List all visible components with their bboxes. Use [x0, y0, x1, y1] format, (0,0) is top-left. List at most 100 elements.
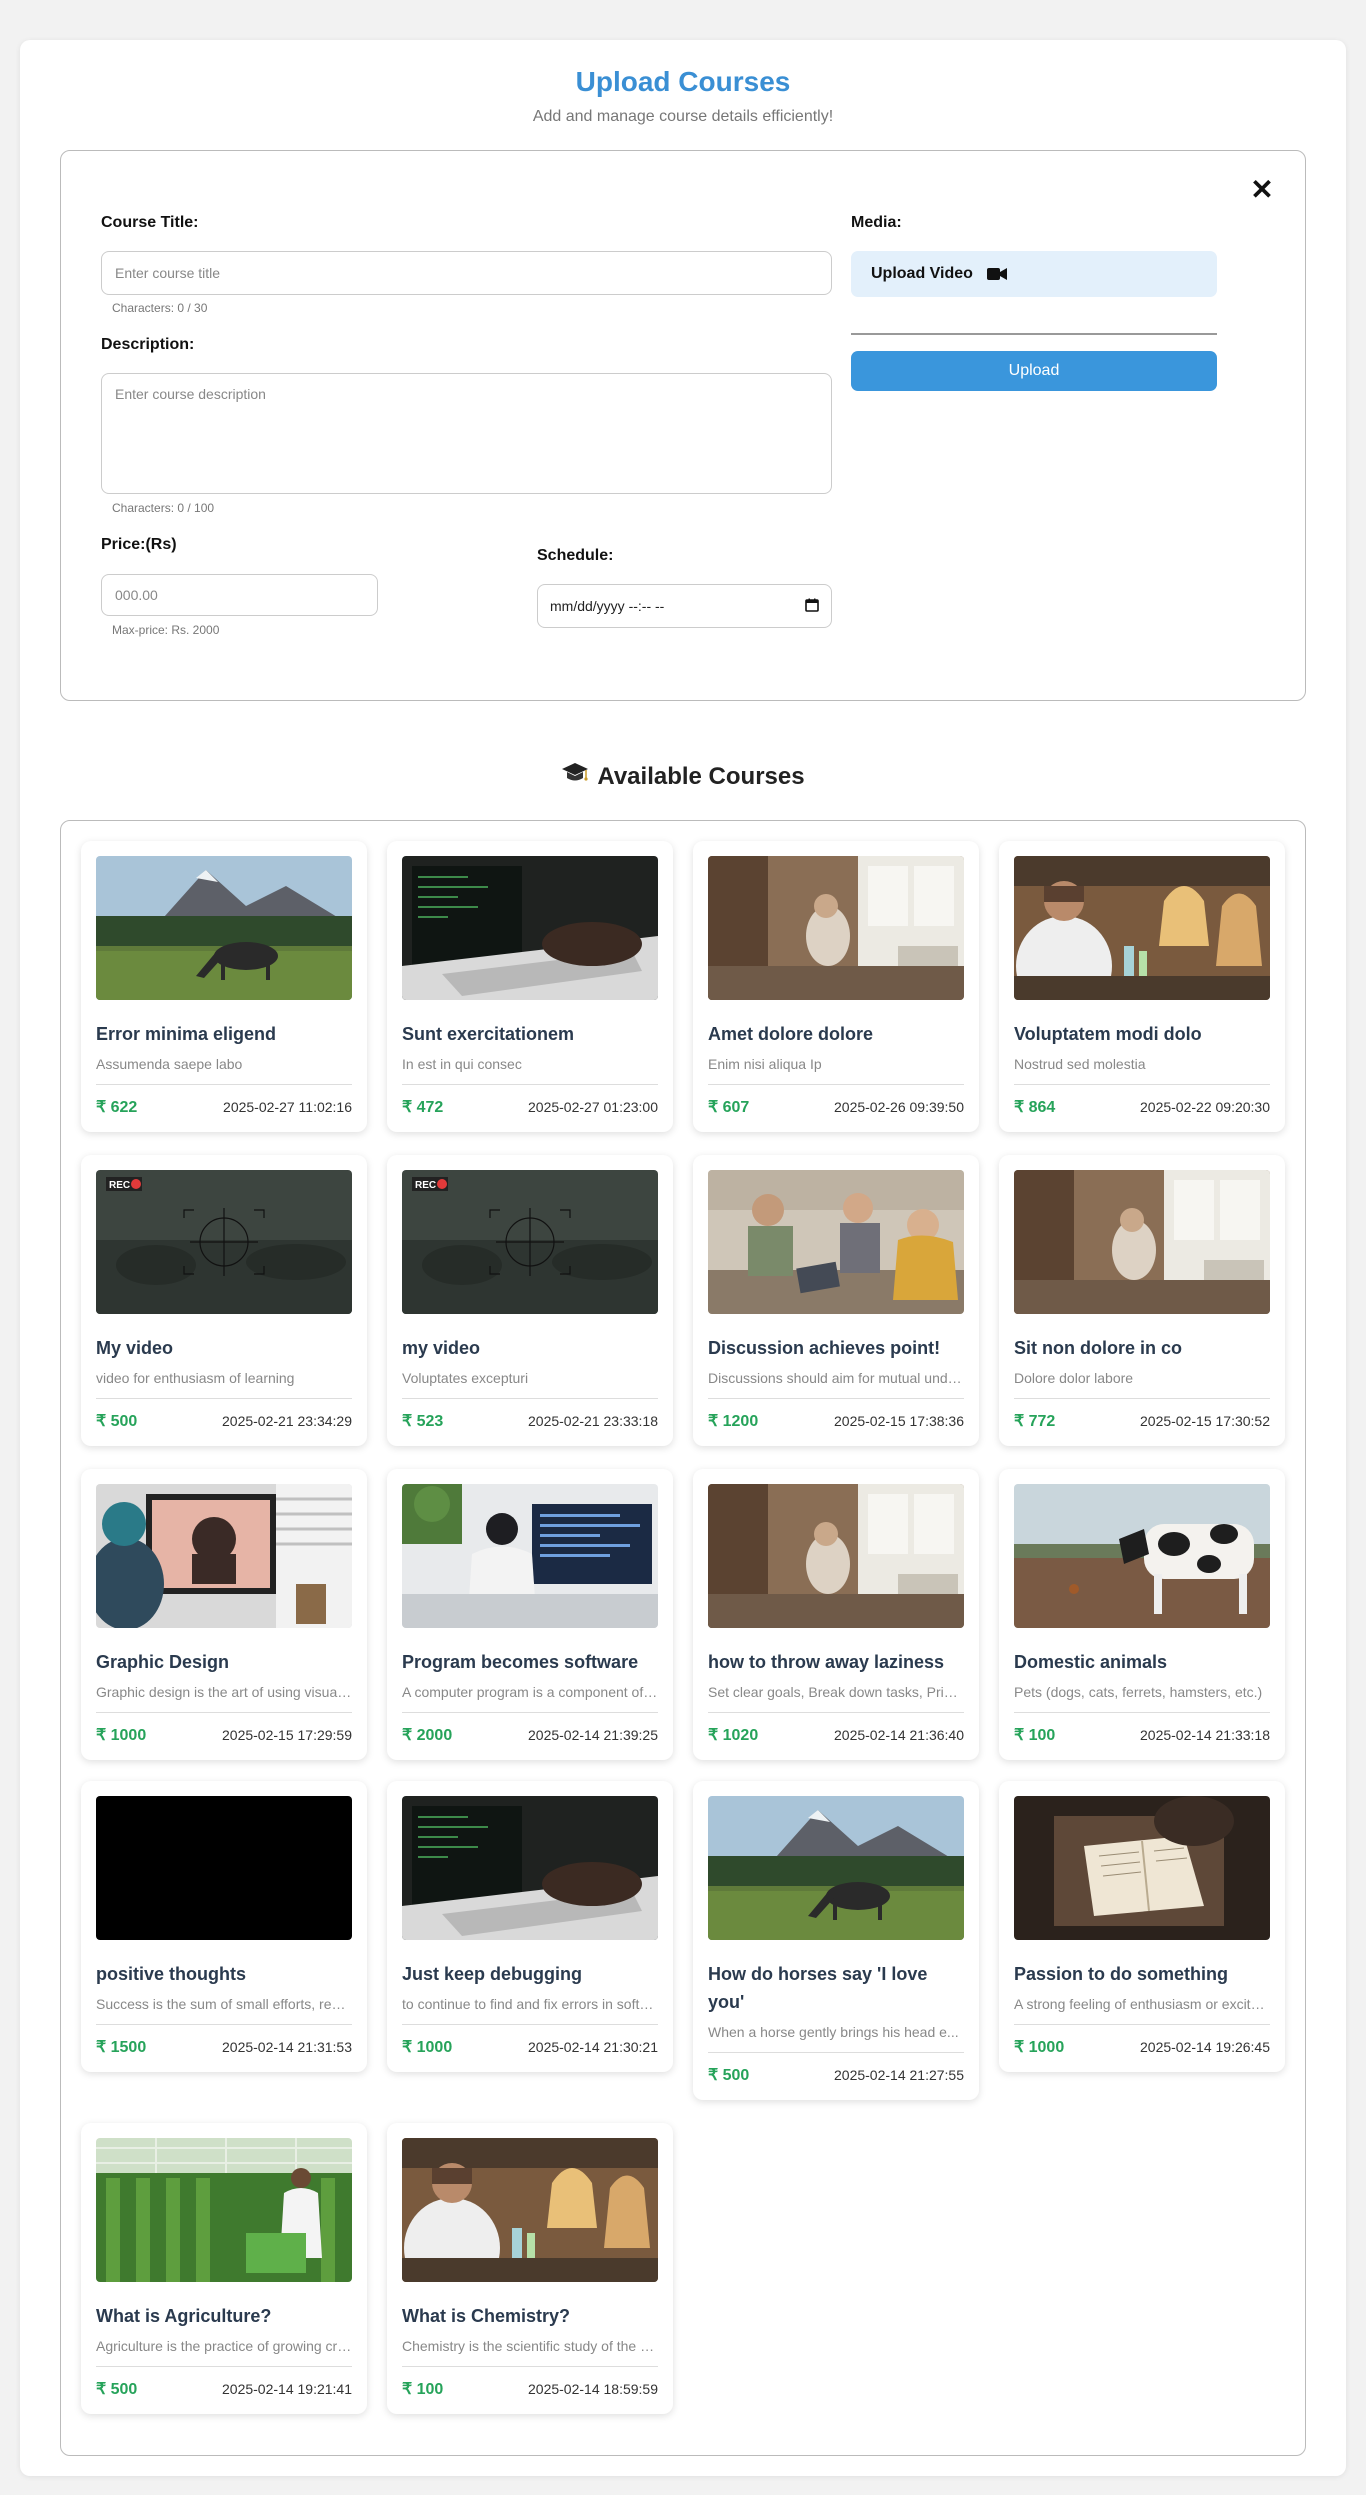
course-description: Set clear goals, Break down tasks, Prior… — [708, 1684, 964, 1713]
course-title: What is Agriculture? — [96, 2306, 272, 2326]
course-thumbnail[interactable] — [96, 2138, 352, 2282]
course-footer: ₹ 607 2025-02-26 09:39:50 — [708, 1097, 964, 1117]
course-title: positive thoughts — [96, 1964, 246, 1984]
course-thumbnail[interactable]: REC — [96, 1170, 352, 1314]
price-hint: Max-price: Rs. 2000 — [112, 623, 220, 637]
available-courses-heading: Available Courses — [20, 762, 1346, 791]
course-card[interactable]: What is Agriculture? Agriculture is the p… — [81, 2123, 367, 2414]
schedule-label: Schedule: — [537, 547, 614, 564]
course-footer: ₹ 1020 2025-02-14 21:36:40 — [708, 1725, 964, 1745]
courses-grid: Error minima eligend Assumenda saepe labo… — [60, 820, 1306, 2456]
course-card[interactable]: Just keep debugging to continue to find a… — [387, 1781, 673, 2072]
course-price: ₹ 1000 — [402, 2039, 453, 2056]
course-title-input[interactable] — [101, 251, 832, 295]
description-input[interactable] — [101, 373, 832, 494]
course-card[interactable]: Sit non dolore in co Dolore dolor labore ₹… — [999, 1155, 1285, 1446]
course-thumbnail[interactable] — [96, 1484, 352, 1628]
course-price: ₹ 772 — [1014, 1413, 1056, 1430]
description-label: Description: — [101, 336, 195, 353]
course-card[interactable]: Graphic Design Graphic design is the art … — [81, 1469, 367, 1760]
course-thumbnail[interactable] — [708, 856, 964, 1000]
course-price: ₹ 622 — [96, 1099, 138, 1116]
course-thumbnail[interactable] — [402, 2138, 658, 2282]
course-description: Discussions should aim for mutual unders… — [708, 1370, 964, 1399]
course-thumbnail[interactable]: REC — [402, 1170, 658, 1314]
upload-button[interactable]: Upload — [851, 351, 1217, 391]
course-thumbnail[interactable] — [1014, 1484, 1270, 1628]
upload-courses-panel: Upload Courses Add and manage course det… — [20, 40, 1346, 2476]
course-card[interactable]: How do horses say 'I love you' When a hor… — [693, 1781, 979, 2100]
course-description: Enim nisi aliqua Ip — [708, 1056, 964, 1085]
course-thumbnail[interactable] — [708, 1170, 964, 1314]
course-thumbnail[interactable] — [402, 1484, 658, 1628]
course-description: Agriculture is the practice of growing c… — [96, 2338, 352, 2367]
course-title: Voluptatem modi dolo — [1014, 1024, 1202, 1044]
course-date: 2025-02-21 23:34:29 — [222, 1413, 352, 1429]
course-date: 2025-02-14 21:27:55 — [834, 2067, 964, 2083]
price-label: Price:(Rs) — [101, 536, 177, 553]
course-description: Voluptates excepturi — [402, 1370, 658, 1399]
course-upload-form: ✕ Course Title: Characters: 0 / 30 Descr… — [60, 150, 1306, 701]
svg-text:REC: REC — [415, 1180, 436, 1191]
course-footer: ₹ 864 2025-02-22 09:20:30 — [1014, 1097, 1270, 1117]
course-thumbnail[interactable] — [1014, 1170, 1270, 1314]
schedule-value: mm/dd/yyyy --:-- -- — [550, 598, 665, 614]
course-thumbnail[interactable] — [402, 1796, 658, 1940]
course-price: ₹ 1020 — [708, 1727, 759, 1744]
course-card[interactable]: Error minima eligend Assumenda saepe labo… — [81, 841, 367, 1132]
course-thumbnail[interactable] — [96, 856, 352, 1000]
course-footer: ₹ 1000 2025-02-14 21:30:21 — [402, 2037, 658, 2057]
course-card[interactable]: Voluptatem modi dolo Nostrud sed molestia… — [999, 841, 1285, 1132]
course-date: 2025-02-14 21:31:53 — [222, 2039, 352, 2055]
course-date: 2025-02-14 21:30:21 — [528, 2039, 658, 2055]
page-subtitle: Add and manage course details efficientl… — [532, 108, 834, 125]
course-thumbnail[interactable] — [96, 1796, 352, 1940]
course-footer: ₹ 523 2025-02-21 23:33:18 — [402, 1411, 658, 1431]
course-card[interactable]: Sunt exercitationem In est in qui consec ₹… — [387, 841, 673, 1132]
course-card[interactable]: Amet dolore dolore Enim nisi aliqua Ip ₹ 6… — [693, 841, 979, 1132]
course-card[interactable]: how to throw away laziness Set clear goal… — [693, 1469, 979, 1760]
course-footer: ₹ 1500 2025-02-14 21:31:53 — [96, 2037, 352, 2057]
course-card[interactable]: Domestic animals Pets (dogs, cats, ferret… — [999, 1469, 1285, 1760]
course-card[interactable]: Passion to do something A strong feeling … — [999, 1781, 1285, 2072]
schedule-datetime-input[interactable]: mm/dd/yyyy --:-- -- — [537, 584, 832, 628]
course-date: 2025-02-22 09:20:30 — [1140, 1099, 1270, 1115]
course-title: How do horses say 'I love you' — [708, 1964, 928, 2012]
course-card[interactable]: REC My video video for enthusiasm of learn… — [81, 1155, 367, 1446]
course-date: 2025-02-14 21:36:40 — [834, 1727, 964, 1743]
course-price: ₹ 1000 — [1014, 2039, 1065, 2056]
upload-video-button[interactable]: Upload Video — [851, 251, 1217, 297]
course-footer: ₹ 100 2025-02-14 18:59:59 — [402, 2379, 658, 2399]
course-footer: ₹ 500 2025-02-14 19:21:41 — [96, 2379, 352, 2399]
course-card[interactable]: REC my video Voluptates excepturi ₹ 523 2025… — [387, 1155, 673, 1446]
course-date: 2025-02-27 01:23:00 — [528, 1099, 658, 1115]
price-input[interactable] — [101, 574, 378, 616]
course-date: 2025-02-15 17:29:59 — [222, 1727, 352, 1743]
calendar-icon[interactable] — [805, 598, 819, 615]
course-price: ₹ 500 — [96, 2381, 138, 2398]
course-card[interactable]: Program becomes software A computer progr… — [387, 1469, 673, 1760]
course-card[interactable]: Discussion achieves point! Discussions sh… — [693, 1155, 979, 1446]
course-card[interactable]: What is Chemistry? Chemistry is the scien… — [387, 2123, 673, 2414]
page-title: Upload Courses — [575, 66, 791, 97]
course-footer: ₹ 1000 2025-02-14 19:26:45 — [1014, 2037, 1270, 2057]
course-description: When a horse gently brings his head e... — [708, 2024, 964, 2053]
course-thumbnail[interactable] — [1014, 1796, 1270, 1940]
course-title: my video — [402, 1338, 481, 1358]
course-description: A computer program is a component of sof… — [402, 1684, 658, 1713]
course-title: My video — [96, 1338, 174, 1358]
course-price: ₹ 500 — [96, 1413, 138, 1430]
close-button[interactable]: ✕ — [1249, 176, 1275, 204]
course-thumbnail[interactable] — [1014, 856, 1270, 1000]
course-thumbnail[interactable] — [708, 1796, 964, 1940]
course-title: Passion to do something — [1014, 1964, 1229, 1984]
course-card[interactable]: positive thoughts Success is the sum of s… — [81, 1781, 367, 2072]
media-file-divider — [851, 333, 1217, 335]
course-title: Sunt exercitationem — [402, 1024, 575, 1044]
course-footer: ₹ 622 2025-02-27 11:02:16 — [96, 1097, 352, 1117]
available-courses-title: Available Courses — [597, 762, 805, 790]
course-thumbnail[interactable] — [402, 856, 658, 1000]
course-thumbnail[interactable] — [708, 1484, 964, 1628]
graduation-cap-icon — [561, 762, 589, 791]
course-description: Graphic design is the art of using visua… — [96, 1684, 352, 1713]
